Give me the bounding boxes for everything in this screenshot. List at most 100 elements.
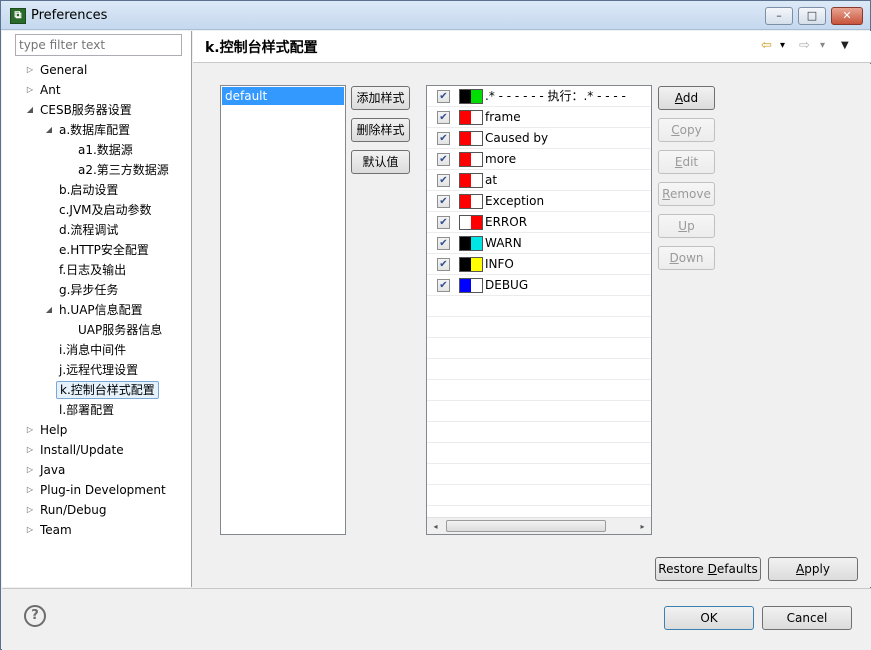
tree-item[interactable]: k.控制台样式配置 <box>2 381 190 399</box>
restore-defaults-button[interactable]: Restore Defaults <box>655 557 761 581</box>
tree-item[interactable]: e.HTTP安全配置 <box>2 241 190 259</box>
rule-checkbox[interactable]: ✔ <box>437 111 450 124</box>
tree-twisty-icon[interactable] <box>44 381 54 399</box>
rule-checkbox[interactable]: ✔ <box>437 237 450 250</box>
add-style-button[interactable]: 添加样式 <box>351 86 410 110</box>
tree-item[interactable]: j.远程代理设置 <box>2 361 190 379</box>
tree-item[interactable]: l.部署配置 <box>2 401 190 419</box>
rule-checkbox[interactable]: ✔ <box>437 258 450 271</box>
tree-item[interactable]: ◢ h.UAP信息配置 <box>2 301 190 319</box>
move-up-button[interactable]: Up <box>658 214 715 238</box>
tree-twisty-icon[interactable]: ▷ <box>25 61 35 79</box>
tree-twisty-icon[interactable]: ▷ <box>25 461 35 479</box>
tree-twisty-icon[interactable] <box>63 141 73 159</box>
tree-item[interactable]: ▷ Java <box>2 461 190 479</box>
ok-button[interactable]: OK <box>664 606 754 630</box>
tree-item[interactable]: i.消息中间件 <box>2 341 190 359</box>
edit-rule-button[interactable]: Edit <box>658 150 715 174</box>
cancel-button[interactable]: Cancel <box>762 606 852 630</box>
rule-checkbox[interactable]: ✔ <box>437 174 450 187</box>
tree-twisty-icon[interactable]: ◢ <box>44 121 54 139</box>
table-row[interactable]: ✔ INFO <box>427 254 651 275</box>
tree-item[interactable]: d.流程调试 <box>2 221 190 239</box>
tree-twisty-icon[interactable] <box>44 261 54 279</box>
table-row[interactable]: ✔ DEBUG <box>427 275 651 296</box>
tree-item[interactable]: a2.第三方数据源 <box>2 161 190 179</box>
tree-item[interactable]: f.日志及输出 <box>2 261 190 279</box>
help-icon[interactable]: ? <box>24 605 46 627</box>
tree-item[interactable]: ▷ General <box>2 61 190 79</box>
tree-twisty-icon[interactable] <box>63 321 73 339</box>
scroll-thumb[interactable] <box>446 520 606 532</box>
table-row[interactable]: ✔ more <box>427 149 651 170</box>
table-row[interactable]: ✔ ERROR <box>427 212 651 233</box>
tree-twisty-icon[interactable]: ▷ <box>25 421 35 439</box>
rules-table[interactable]: ✔ .* - - - - - - 执行：.* - - - - ✔ frame ✔ Caus… <box>426 85 652 535</box>
tree-twisty-icon[interactable] <box>44 181 54 199</box>
tree-twisty-icon[interactable] <box>44 221 54 239</box>
delete-style-button[interactable]: 删除样式 <box>351 118 410 142</box>
style-list[interactable]: default <box>220 85 346 535</box>
rule-checkbox[interactable]: ✔ <box>437 195 450 208</box>
table-row[interactable]: ✔ WARN <box>427 233 651 254</box>
filter-input[interactable] <box>15 34 182 56</box>
tree-twisty-icon[interactable] <box>44 361 54 379</box>
tree-twisty-icon[interactable]: ▷ <box>25 81 35 99</box>
rule-checkbox[interactable]: ✔ <box>437 279 450 292</box>
tree-twisty-icon[interactable] <box>44 281 54 299</box>
tree-twisty-icon[interactable] <box>44 401 54 419</box>
tree-item[interactable]: c.JVM及启动参数 <box>2 201 190 219</box>
tree-item[interactable]: ▷ Run/Debug <box>2 501 190 519</box>
scroll-left-icon[interactable]: ◂ <box>427 518 444 534</box>
tree-twisty-icon[interactable]: ▷ <box>25 481 35 499</box>
tree-twisty-icon[interactable]: ◢ <box>44 301 54 319</box>
tree-item[interactable]: ▷ Ant <box>2 81 190 99</box>
tree-twisty-icon[interactable]: ▷ <box>25 441 35 459</box>
table-row[interactable]: ✔ frame <box>427 107 651 128</box>
rule-checkbox[interactable]: ✔ <box>437 153 450 166</box>
move-down-button[interactable]: Down <box>658 246 715 270</box>
forward-arrow-icon[interactable]: ⇨ <box>799 38 810 53</box>
horizontal-scrollbar[interactable]: ◂ ▸ <box>427 517 651 534</box>
tree-twisty-icon[interactable]: ▷ <box>25 501 35 519</box>
back-dropdown-icon[interactable]: ▾ <box>780 40 785 51</box>
forward-dropdown-icon[interactable]: ▾ <box>820 40 825 51</box>
back-arrow-icon[interactable]: ⇦ <box>761 38 772 53</box>
table-row[interactable]: ✔ Caused by <box>427 128 651 149</box>
tree-twisty-icon[interactable] <box>44 201 54 219</box>
style-list-item[interactable]: default <box>222 87 344 105</box>
tree-twisty-icon[interactable]: ▷ <box>25 521 35 539</box>
tree-twisty-icon[interactable] <box>63 161 73 179</box>
minimize-button[interactable]: – <box>765 7 793 25</box>
scroll-right-icon[interactable]: ▸ <box>634 518 651 534</box>
tree-item[interactable]: ▷ Plug-in Development <box>2 481 190 499</box>
remove-rule-button[interactable]: Remove <box>658 182 715 206</box>
table-row[interactable]: ✔ Exception <box>427 191 651 212</box>
add-rule-button[interactable]: Add <box>658 86 715 110</box>
color-swatch <box>459 152 483 167</box>
rule-checkbox[interactable]: ✔ <box>437 90 450 103</box>
tree-item[interactable]: ▷ Install/Update <box>2 441 190 459</box>
table-row[interactable]: ✔ .* - - - - - - 执行：.* - - - - <box>427 86 651 107</box>
close-button[interactable]: ✕ <box>831 7 863 25</box>
rule-pattern: DEBUG <box>485 278 529 292</box>
view-menu-icon[interactable]: ▼ <box>841 40 849 51</box>
tree-item[interactable]: b.启动设置 <box>2 181 190 199</box>
tree-twisty-icon[interactable] <box>44 341 54 359</box>
table-row[interactable]: ✔ at <box>427 170 651 191</box>
copy-rule-button[interactable]: Copy <box>658 118 715 142</box>
default-value-button[interactable]: 默认值 <box>351 150 410 174</box>
rule-checkbox[interactable]: ✔ <box>437 216 450 229</box>
tree-item[interactable]: ▷ Team <box>2 521 190 539</box>
tree-twisty-icon[interactable]: ◢ <box>25 101 35 119</box>
tree-item[interactable]: UAP服务器信息 <box>2 321 190 339</box>
apply-button[interactable]: Apply <box>768 557 858 581</box>
tree-item[interactable]: ◢ a.数据库配置 <box>2 121 190 139</box>
tree-item[interactable]: ▷ Help <box>2 421 190 439</box>
tree-item[interactable]: g.异步任务 <box>2 281 190 299</box>
tree-twisty-icon[interactable] <box>44 241 54 259</box>
tree-item[interactable]: ◢ CESB服务器设置 <box>2 101 190 119</box>
rule-checkbox[interactable]: ✔ <box>437 132 450 145</box>
tree-item[interactable]: a1.数据源 <box>2 141 190 159</box>
maximize-button[interactable]: □ <box>798 7 826 25</box>
